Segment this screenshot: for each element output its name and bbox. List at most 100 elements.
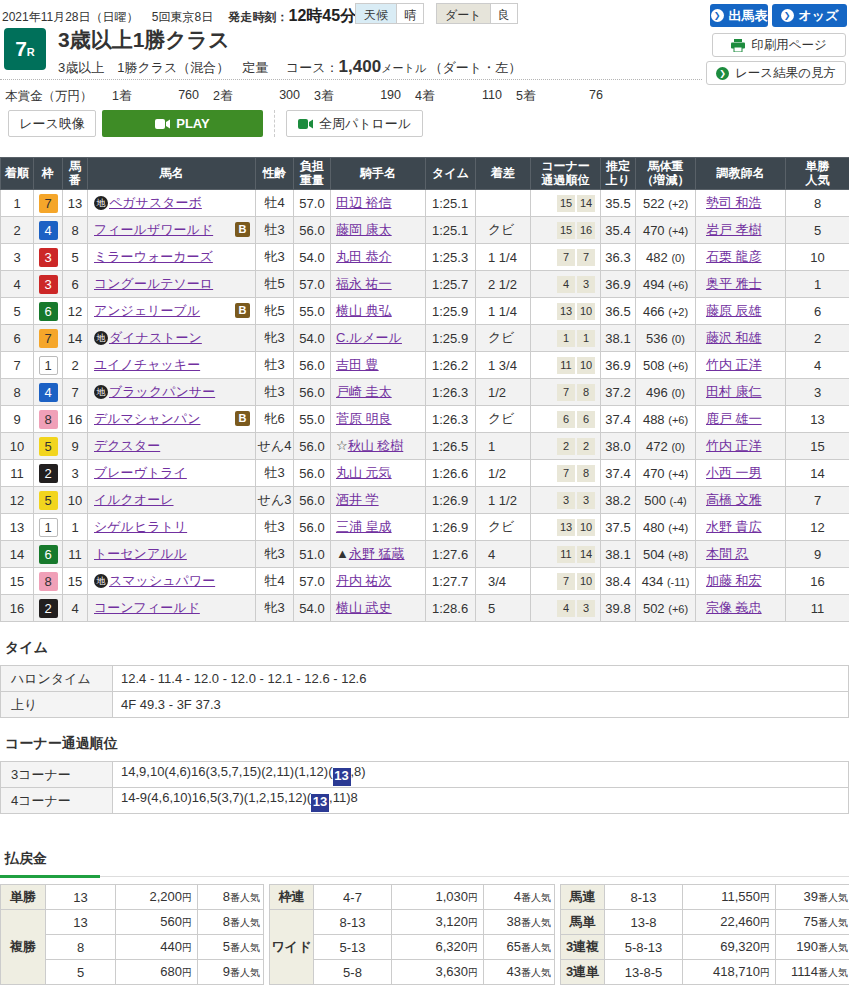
jockey-link[interactable]: C.ルメール <box>336 330 402 345</box>
corner-order-text: 14-9(4,6,10)16,5(3,7)(1,2,15,12)( <box>121 790 311 805</box>
green-underline <box>0 875 100 878</box>
bet-type-label: ワイド <box>270 910 314 985</box>
horse-link[interactable]: ブレーヴトライ <box>94 465 187 480</box>
race-number: 7 <box>15 37 27 60</box>
region-mark-icon: 地 <box>94 196 108 210</box>
prize-amount: 190 <box>350 88 401 105</box>
jockey-cell: 藤岡 康太 <box>331 217 426 244</box>
shutsuba-button[interactable]: ❯出馬表 <box>710 4 768 27</box>
time-row: 上り4F 49.3 - 3F 37.3 <box>1 692 849 718</box>
horse-number: 16 <box>63 406 88 433</box>
jockey-link[interactable]: 戸崎 圭太 <box>336 384 392 399</box>
body-weight-change: (+8) <box>668 549 688 561</box>
corner-positions: 77 <box>531 244 601 271</box>
trainer-link[interactable]: 水野 貴広 <box>706 519 762 534</box>
horse-link[interactable]: ダイナストーン <box>109 330 202 345</box>
jockey-link[interactable]: 丹内 祐次 <box>336 573 392 588</box>
trainer-link[interactable]: 高橋 文雅 <box>706 492 762 507</box>
popularity-suffix: 番人気 <box>521 892 551 903</box>
arrow-icon: ❯ <box>781 9 794 22</box>
jockey-link[interactable]: 永野 猛蔵 <box>349 546 405 561</box>
jockey-link[interactable]: 三浦 皇成 <box>336 519 392 534</box>
horse-link[interactable]: コングールテソーロ <box>94 276 213 291</box>
prize-amount: 760 <box>148 88 199 105</box>
odds-button[interactable]: ❯オッズ <box>772 4 847 27</box>
finish-time: 1:26.3 <box>426 406 476 433</box>
win-popularity: 10 <box>786 244 849 271</box>
horse-link[interactable]: トーセンアルル <box>94 546 187 561</box>
horse-name-cell: デクスター <box>88 433 256 460</box>
trainer-link[interactable]: 鹿戸 雄一 <box>706 411 762 426</box>
win-popularity: 13 <box>786 406 849 433</box>
jockey-link[interactable]: 丸山 元気 <box>336 465 392 480</box>
horse-link[interactable]: ブラックパンサー <box>109 384 215 399</box>
finish-position: 8 <box>1 379 34 406</box>
trainer-link[interactable]: 田村 康仁 <box>706 384 762 399</box>
jockey-link[interactable]: 横山 典弘 <box>336 303 392 318</box>
horse-link[interactable]: ミラーウォーカーズ <box>94 249 213 264</box>
horse-number: 9 <box>63 433 88 460</box>
trainer-link[interactable]: 小西 一男 <box>706 465 762 480</box>
trainer-link[interactable]: 石栗 龍彦 <box>706 249 762 264</box>
sex-age: 牝3 <box>256 244 294 271</box>
payout-table: 馬連8-1311,550円39番人気馬単13-822,460円75番人気3連複5… <box>560 884 849 985</box>
column-header: 着順 <box>1 158 34 190</box>
weather-value: 晴 <box>396 4 423 23</box>
trainer-link[interactable]: 藤原 辰雄 <box>706 303 762 318</box>
jockey-link[interactable]: 横山 武史 <box>336 600 392 615</box>
jockey-link[interactable]: 酒井 学 <box>336 492 379 507</box>
horse-link[interactable]: ユイノチャッキー <box>94 357 200 372</box>
horse-link[interactable]: アンジェリーブル <box>94 303 200 318</box>
carried-weight: 56.0 <box>294 487 331 514</box>
payout-popularity: 75番人気 <box>776 910 849 935</box>
trainer-link[interactable]: 本間 忍 <box>706 546 749 561</box>
sex-age: 牡4 <box>256 568 294 595</box>
patrol-video-button[interactable]: 全周パトロール <box>286 110 423 137</box>
corner-positions: 1310 <box>531 514 601 541</box>
jockey-link[interactable]: 田辺 裕信 <box>336 195 392 210</box>
frame-cell: 2 <box>34 595 63 622</box>
trainer-link[interactable]: 勢司 和浩 <box>706 195 762 210</box>
last-3f: 38.1 <box>601 541 636 568</box>
print-page-button[interactable]: 印刷用ページ <box>712 33 846 57</box>
jockey-link[interactable]: 福永 祐一 <box>336 276 392 291</box>
horse-number: 12 <box>63 298 88 325</box>
howto-button[interactable]: ❯ レース結果の見方 <box>706 61 846 85</box>
horse-link[interactable]: デルマシャンパン <box>94 411 200 426</box>
horse-link[interactable]: シゲルヒラトリ <box>94 519 187 534</box>
corner-position: 10 <box>577 573 595 590</box>
jockey-link[interactable]: 丸田 恭介 <box>336 249 392 264</box>
result-row: 335ミラーウォーカーズ牝354.0丸田 恭介1:25.31 1/47736.3… <box>1 244 849 271</box>
trainer-link[interactable]: 宗像 義忠 <box>706 600 762 615</box>
carried-weight: 57.0 <box>294 568 331 595</box>
horse-link[interactable]: フィールザワールド <box>94 222 213 237</box>
horse-link[interactable]: ペガサスターボ <box>109 195 202 210</box>
horse-link[interactable]: スマッシュパワー <box>109 573 215 588</box>
last-3f: 38.1 <box>601 325 636 352</box>
trainer-link[interactable]: 加藤 和宏 <box>706 573 762 588</box>
trainer-link[interactable]: 竹内 正洋 <box>706 357 762 372</box>
horse-link[interactable]: コーンフィールド <box>94 600 200 615</box>
body-weight: 480 (+4) <box>636 514 696 541</box>
trainer-link[interactable]: 竹内 正洋 <box>706 438 762 453</box>
carried-weight: 56.0 <box>294 352 331 379</box>
sex-age: 牡3 <box>256 217 294 244</box>
race-video-button[interactable]: レース映像 <box>8 110 96 137</box>
horse-number: 4 <box>63 595 88 622</box>
trainer-link[interactable]: 岩戸 孝樹 <box>706 222 762 237</box>
jockey-link[interactable]: 秋山 稔樹 <box>348 438 404 453</box>
trainer-link[interactable]: 藤沢 和雄 <box>706 330 762 345</box>
jockey-link[interactable]: 藤岡 康太 <box>336 222 392 237</box>
jockey-link[interactable]: 吉田 豊 <box>336 357 379 372</box>
trainer-link[interactable]: 奥平 雅士 <box>706 276 762 291</box>
horse-link[interactable]: デクスター <box>94 438 160 453</box>
sex-age: 牡3 <box>256 514 294 541</box>
horse-link[interactable]: イルクオーレ <box>94 492 174 507</box>
play-button[interactable]: PLAY <box>102 110 263 137</box>
jockey-link[interactable]: 菅原 明良 <box>336 411 392 426</box>
body-weight-change: (+6) <box>668 603 688 615</box>
body-weight: 536 (0) <box>636 325 696 352</box>
jockey-cell: ▲永野 猛蔵 <box>331 541 426 568</box>
body-weight: 522 (+2) <box>636 190 696 217</box>
corner-position: 14 <box>577 195 595 212</box>
